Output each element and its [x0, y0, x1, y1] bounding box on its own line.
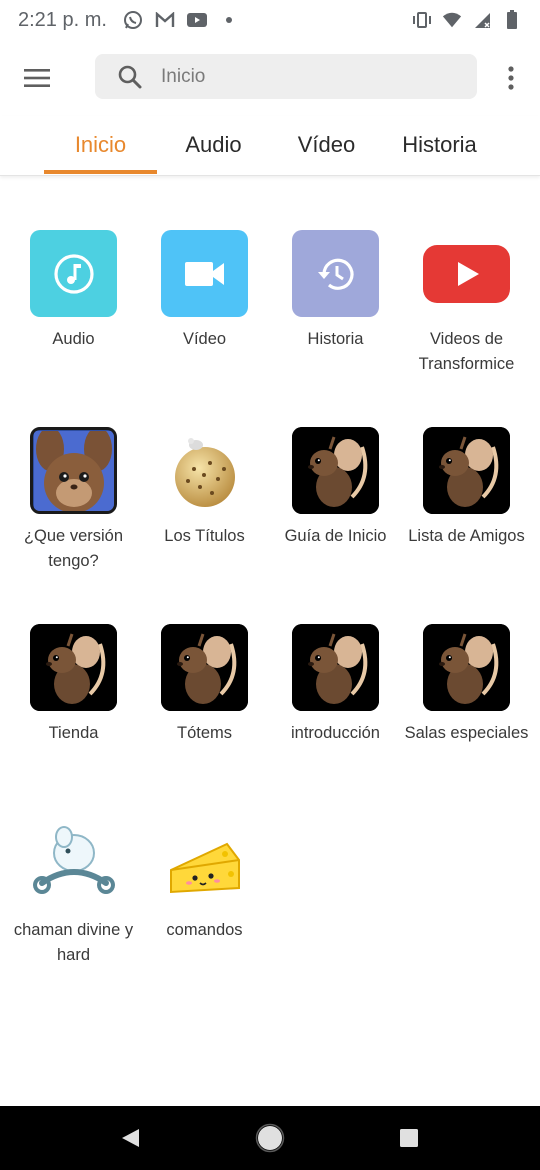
grid-item-label: Vídeo	[182, 330, 227, 348]
search-input[interactable]	[159, 64, 439, 89]
status-time: 2:21 p. m.	[18, 8, 107, 31]
grid-item-audio[interactable]: Audio	[8, 230, 139, 352]
status-bar: 2:21 p. m.	[0, 0, 540, 40]
tab-audio[interactable]: Audio	[157, 116, 270, 174]
home-button[interactable]	[254, 1122, 286, 1154]
system-nav-bar	[0, 1106, 540, 1170]
hamburger-menu-icon	[24, 69, 50, 87]
mouse-icon	[161, 624, 248, 711]
gmail-icon	[155, 10, 175, 30]
grid-item-label: ¿Que versión tengo?	[23, 527, 124, 570]
menu-button[interactable]	[0, 48, 74, 108]
cheese-icon	[161, 821, 248, 908]
grid-item-totems[interactable]: Tótems	[139, 624, 270, 746]
whatsapp-icon	[123, 10, 143, 30]
grid-item-comandos[interactable]: comandos	[139, 821, 270, 943]
cheese-ball-icon	[161, 427, 248, 514]
back-button[interactable]	[114, 1122, 146, 1154]
mouse-icon	[292, 624, 379, 711]
signal-icon	[472, 10, 492, 30]
grid-item-label: comandos	[166, 921, 243, 939]
youtube-icon	[186, 10, 207, 30]
grid-item-introduccion[interactable]: introducción	[270, 624, 401, 746]
tab-historia[interactable]: Historia	[383, 116, 496, 174]
app-bar	[0, 48, 540, 108]
grid-item-label: Lista de Amigos	[408, 527, 525, 545]
grid-item-label: Tienda	[48, 724, 99, 742]
grid-item-los-titulos[interactable]: Los Títulos	[139, 427, 270, 549]
video-camera-icon	[161, 230, 248, 317]
more-vert-icon	[508, 66, 514, 90]
shaman-mouse-icon	[30, 821, 117, 908]
grid-item-salas-especiales[interactable]: Salas especiales	[401, 624, 532, 746]
grid-item-tienda[interactable]: Tienda	[8, 624, 139, 746]
grid-item-chaman[interactable]: chaman divine y hard	[8, 821, 139, 968]
home-circle-icon	[255, 1123, 285, 1153]
grid-item-label: Tótems	[176, 724, 232, 742]
grid-item-lista-amigos[interactable]: Lista de Amigos	[401, 427, 532, 549]
grid-item-label: Videos de Transformice	[418, 330, 515, 373]
back-triangle-icon	[122, 1129, 139, 1147]
grid-item-guia-inicio[interactable]: Guía de Inicio	[270, 427, 401, 549]
grid-item-videos-transformice[interactable]: Videos de Transformice	[401, 230, 532, 377]
battery-icon	[502, 10, 522, 30]
search-icon	[115, 62, 145, 92]
mouse-icon	[30, 624, 117, 711]
dot-icon	[219, 10, 239, 30]
mouse-icon	[423, 427, 510, 514]
grid-item-label: Historia	[307, 330, 364, 348]
grid-item-label: introducción	[291, 724, 380, 742]
recents-button[interactable]	[393, 1122, 425, 1154]
grid-item-label: chaman divine y hard	[13, 921, 134, 964]
mouse-icon	[423, 624, 510, 711]
grid-item-label: Salas especiales	[404, 724, 529, 742]
history-icon	[292, 230, 379, 317]
mouse-icon	[292, 427, 379, 514]
music-note-icon	[30, 230, 117, 317]
overflow-menu-button[interactable]	[496, 58, 526, 98]
youtube-play-icon	[423, 230, 510, 317]
tab-inicio[interactable]: Inicio	[44, 116, 157, 174]
grid-item-label: Guía de Inicio	[284, 527, 387, 545]
search-bar[interactable]	[95, 54, 477, 99]
tab-indicator	[44, 170, 157, 174]
recents-square-icon	[400, 1129, 418, 1147]
tab-bar: Inicio Audio Vídeo Historia	[0, 116, 540, 176]
grid-item-label: Audio	[52, 330, 95, 348]
vibrate-icon	[412, 10, 432, 30]
mouse-portrait-icon	[30, 427, 117, 514]
tab-video[interactable]: Vídeo	[270, 116, 383, 174]
grid-item-historia[interactable]: Historia	[270, 230, 401, 352]
grid-item-label: Los Títulos	[164, 527, 245, 545]
wifi-icon	[442, 10, 462, 30]
grid-item-que-version[interactable]: ¿Que versión tengo?	[8, 427, 139, 574]
grid-item-video[interactable]: Vídeo	[139, 230, 270, 352]
